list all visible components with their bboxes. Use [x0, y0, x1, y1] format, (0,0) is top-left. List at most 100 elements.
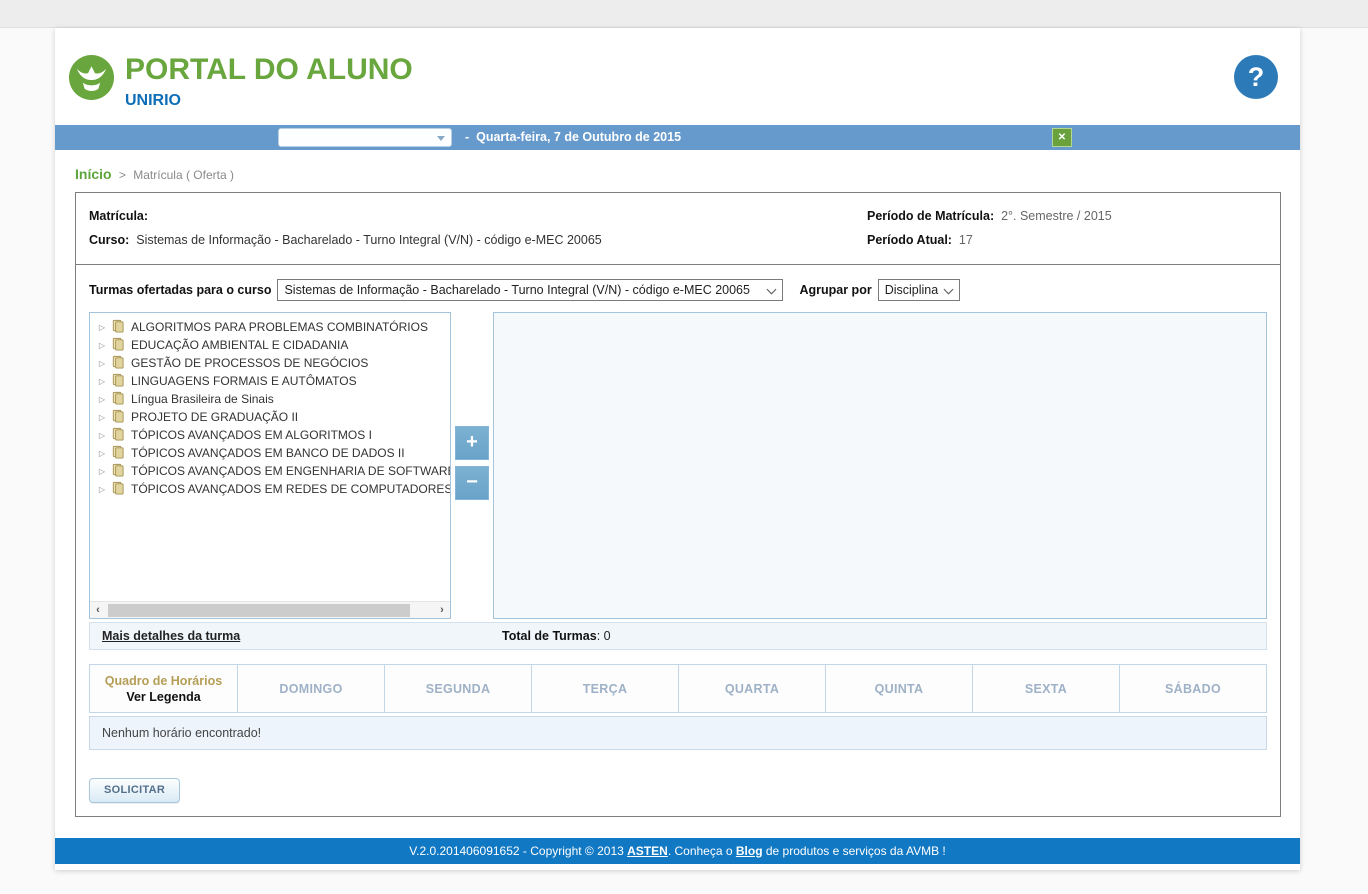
day-header-sexta: SEXTA: [972, 665, 1119, 712]
periodo-atual-value: 17: [959, 233, 973, 247]
horizontal-scrollbar: ‹ ›: [90, 601, 450, 618]
transfer-panels: ▷ ALGORITMOS PARA PROBLEMAS COMBINATÓRIOS…: [89, 312, 1267, 619]
summary-strip: Mais detalhes da turma Total de Turmas: …: [89, 622, 1267, 650]
tree-item[interactable]: ▷ Língua Brasileira de Sinais: [96, 390, 450, 408]
footer-middle-text: . Conheça o: [668, 844, 736, 858]
info-left-column: Matrícula: Curso: Sistemas de Informação…: [89, 204, 867, 252]
expand-arrow-icon[interactable]: ▷: [96, 341, 108, 350]
scrollbar-track[interactable]: [106, 604, 434, 617]
course-tree: ▷ ALGORITMOS PARA PROBLEMAS COMBINATÓRIOS…: [96, 318, 450, 498]
tree-item-label: LINGUAGENS FORMAIS E AUTÔMATOS: [131, 374, 357, 388]
help-button[interactable]: ?: [1234, 55, 1278, 99]
tree-item[interactable]: ▷ ALGORITMOS PARA PROBLEMAS COMBINATÓRIOS: [96, 318, 450, 336]
turmas-ofertadas-label: Turmas ofertadas para o curso: [89, 283, 271, 297]
class-details-link[interactable]: Mais detalhes da turma: [102, 629, 240, 643]
periodo-matricula-value: 2°. Semestre / 2015: [1001, 209, 1112, 223]
tree-item[interactable]: ▷ GESTÃO DE PROCESSOS DE NEGÓCIOS: [96, 354, 450, 372]
expand-arrow-icon[interactable]: ▷: [96, 485, 108, 494]
close-button[interactable]: ✕: [1052, 128, 1072, 147]
tree-item-label: TÓPICOS AVANÇADOS EM BANCO DE DADOS II: [131, 446, 405, 460]
transfer-buttons: + −: [451, 312, 493, 619]
app-title: PORTAL DO ALUNO: [125, 54, 413, 86]
day-header-sábado: SÁBADO: [1119, 665, 1266, 712]
minus-icon: −: [466, 471, 478, 493]
folder-icon: [110, 445, 127, 462]
schedule-empty-message: Nenhum horário encontrado!: [89, 716, 1267, 750]
course-tree-panel: ▷ ALGORITMOS PARA PROBLEMAS COMBINATÓRIOS…: [89, 312, 451, 619]
close-icon: ✕: [1058, 132, 1066, 143]
scroll-left-button[interactable]: ‹: [90, 602, 106, 619]
day-header-segunda: SEGUNDA: [384, 665, 531, 712]
scroll-right-button[interactable]: ›: [434, 602, 450, 619]
quadro-horarios-title: Quadro de Horários: [105, 673, 222, 689]
asten-link[interactable]: ASTEN: [627, 844, 668, 858]
folder-icon: [110, 373, 127, 390]
breadcrumb-current: Matrícula ( Oferta ): [133, 168, 234, 182]
expand-arrow-icon[interactable]: ▷: [96, 377, 108, 386]
breadcrumb-separator: >: [119, 168, 126, 182]
ver-legenda-link[interactable]: Ver Legenda: [126, 689, 200, 705]
folder-icon: [110, 427, 127, 444]
unirio-logo-icon: [68, 54, 115, 101]
tree-item-label: TÓPICOS AVANÇADOS EM REDES DE COMPUTADOR…: [131, 482, 451, 496]
expand-arrow-icon[interactable]: ▷: [96, 431, 108, 440]
folder-icon: [110, 481, 127, 498]
context-select[interactable]: [278, 128, 452, 147]
selected-classes-panel: [493, 312, 1267, 619]
schedule-header-row: Quadro de Horários Ver Legenda DOMINGOSE…: [89, 664, 1267, 713]
expand-arrow-icon[interactable]: ▷: [96, 323, 108, 332]
tree-item-label: TÓPICOS AVANÇADOS EM ALGORITMOS I: [131, 428, 372, 442]
expand-arrow-icon[interactable]: ▷: [96, 395, 108, 404]
tree-item-label: GESTÃO DE PROCESSOS DE NEGÓCIOS: [131, 356, 368, 370]
expand-arrow-icon[interactable]: ▷: [96, 359, 108, 368]
tree-item[interactable]: ▷ TÓPICOS AVANÇADOS EM REDES DE COMPUTADO…: [96, 480, 450, 498]
top-gray-strip: [0, 0, 1368, 28]
expand-arrow-icon[interactable]: ▷: [96, 449, 108, 458]
page-header: PORTAL DO ALUNO UNIRIO ?: [55, 28, 1300, 125]
app-logo: PORTAL DO ALUNO UNIRIO: [68, 54, 1300, 110]
remove-button[interactable]: −: [455, 466, 489, 500]
date-separator: -: [465, 130, 476, 144]
agrupar-por-label: Agrupar por: [799, 283, 871, 297]
expand-arrow-icon[interactable]: ▷: [96, 467, 108, 476]
total-turmas: Total de Turmas: 0: [502, 623, 611, 649]
current-date-text: - Quarta-feira, 7 de Outubro de 2015: [465, 125, 681, 150]
plus-icon: +: [466, 431, 478, 453]
curso-value: Sistemas de Informação - Bacharelado - T…: [136, 233, 602, 247]
scrollbar-thumb[interactable]: [108, 604, 410, 617]
enrollment-box: Matrícula: Curso: Sistemas de Informação…: [75, 192, 1281, 817]
day-header-quarta: QUARTA: [678, 665, 825, 712]
course-select[interactable]: Sistemas de Informação - Bacharelado - T…: [277, 279, 783, 301]
tree-item[interactable]: ▷ TÓPICOS AVANÇADOS EM ENGENHARIA DE SOFT…: [96, 462, 450, 480]
institution-name: UNIRIO: [125, 92, 413, 110]
expand-arrow-icon[interactable]: ▷: [96, 413, 108, 422]
logo-text: PORTAL DO ALUNO UNIRIO: [125, 54, 413, 110]
tree-item-label: EDUCAÇÃO AMBIENTAL E CIDADANIA: [131, 338, 348, 352]
tree-item[interactable]: ▷ TÓPICOS AVANÇADOS EM BANCO DE DADOS II: [96, 444, 450, 462]
chevron-down-icon: [767, 285, 777, 295]
add-button[interactable]: +: [455, 426, 489, 460]
tree-item-label: Língua Brasileira de Sinais: [131, 392, 274, 406]
page-footer: V.2.0.201406091652 - Copyright © 2013 AS…: [55, 838, 1300, 864]
solicitar-button[interactable]: SOLICITAR: [89, 778, 180, 803]
tree-item[interactable]: ▷ TÓPICOS AVANÇADOS EM ALGORITMOS I: [96, 426, 450, 444]
breadcrumb-home-link[interactable]: Início: [75, 166, 112, 182]
blog-link[interactable]: Blog: [736, 844, 763, 858]
footer-version-text: V.2.0.201406091652 - Copyright © 2013: [409, 844, 627, 858]
tree-item[interactable]: ▷ LINGUAGENS FORMAIS E AUTÔMATOS: [96, 372, 450, 390]
folder-icon: [110, 337, 127, 354]
tree-item[interactable]: ▷ PROJETO DE GRADUAÇÃO II: [96, 408, 450, 426]
chevron-down-icon: [943, 285, 953, 295]
tree-item-label: TÓPICOS AVANÇADOS EM ENGENHARIA DE SOFTW…: [131, 464, 451, 478]
total-turmas-value: : 0: [597, 629, 611, 643]
tree-item-label: PROJETO DE GRADUAÇÃO II: [131, 410, 298, 424]
folder-icon: [110, 463, 127, 480]
periodo-atual-label: Período Atual:: [867, 233, 952, 247]
day-header-domingo: DOMINGO: [237, 665, 384, 712]
folder-icon: [110, 391, 127, 408]
tree-item-label: ALGORITMOS PARA PROBLEMAS COMBINATÓRIOS: [131, 320, 428, 334]
tree-item[interactable]: ▷ EDUCAÇÃO AMBIENTAL E CIDADANIA: [96, 336, 450, 354]
group-by-select[interactable]: Disciplina: [878, 279, 960, 301]
matricula-label: Matrícula:: [89, 209, 148, 223]
breadcrumb: Início > Matrícula ( Oferta ): [75, 166, 1300, 182]
